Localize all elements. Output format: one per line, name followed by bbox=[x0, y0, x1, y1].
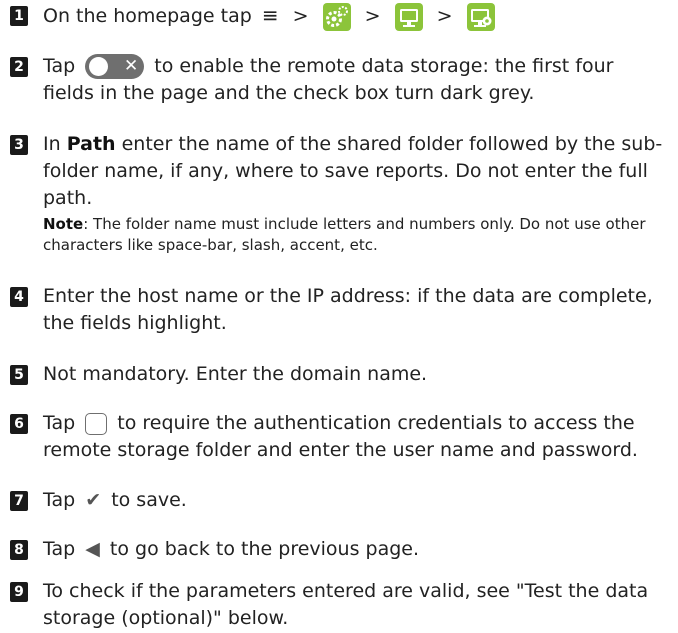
step-5: 5 Not mandatory. Enter the domain name. bbox=[10, 361, 670, 388]
step-number: 1 bbox=[10, 6, 28, 26]
step-text: Tap bbox=[43, 538, 76, 560]
step-number: 2 bbox=[10, 57, 28, 77]
step-text: Enter the host name or the IP address: i… bbox=[43, 285, 653, 334]
settings-gear-icon bbox=[322, 2, 351, 31]
step-number: 9 bbox=[10, 582, 28, 602]
step-text: to require the authentication credential… bbox=[43, 412, 638, 461]
step-text: to save. bbox=[111, 489, 187, 511]
step-number: 7 bbox=[10, 491, 28, 511]
checkbox-icon bbox=[85, 412, 108, 435]
step-text: In bbox=[43, 133, 61, 155]
step-text: Tap bbox=[43, 55, 76, 77]
note: Note: The folder name must include lette… bbox=[43, 214, 670, 256]
step-number: 4 bbox=[10, 287, 28, 307]
menu-icon: ≡ bbox=[261, 3, 279, 27]
monitor-storage-icon bbox=[394, 2, 423, 31]
separator: > bbox=[436, 5, 453, 27]
toggle-knob bbox=[89, 57, 109, 76]
step-3: 3 In Path enter the name of the shared f… bbox=[10, 131, 670, 256]
note-text: : The folder name must include letters a… bbox=[43, 215, 646, 254]
step-2: 2 Tap ✕ to enable the remote data storag… bbox=[10, 53, 670, 107]
note-label: Note bbox=[43, 215, 84, 233]
check-icon: ✔ bbox=[85, 489, 102, 511]
monitor-gear-icon bbox=[466, 2, 495, 31]
step-8: 8 Tap ◀ to go back to the previous page. bbox=[10, 536, 670, 563]
step-text: to go back to the previous page. bbox=[109, 538, 420, 560]
step-number: 8 bbox=[10, 540, 28, 560]
toggle-switch-icon: ✕ bbox=[85, 54, 145, 79]
step-text: Tap bbox=[43, 412, 76, 434]
step-6: 6 Tap to require the authentication cred… bbox=[10, 410, 670, 464]
step-text: enter the name of the shared folder foll… bbox=[43, 133, 663, 209]
separator: > bbox=[364, 5, 381, 27]
close-icon: ✕ bbox=[123, 56, 139, 76]
step-number: 6 bbox=[10, 414, 28, 434]
step-7: 7 Tap ✔ to save. bbox=[10, 487, 670, 514]
field-name: Path bbox=[66, 133, 116, 155]
step-text: Tap bbox=[43, 489, 76, 511]
back-arrow-icon: ◀ bbox=[85, 538, 100, 560]
step-text: On the homepage tap bbox=[43, 5, 252, 27]
step-4: 4 Enter the host name or the IP address:… bbox=[10, 283, 670, 337]
step-number: 3 bbox=[10, 135, 28, 155]
step-number: 5 bbox=[10, 365, 28, 385]
step-text: Not mandatory. Enter the domain name. bbox=[43, 363, 428, 385]
separator: > bbox=[292, 5, 309, 27]
step-text: To check if the parameters entered are v… bbox=[43, 580, 649, 629]
step-1: 1 On the homepage tap ≡ > > > bbox=[10, 2, 670, 31]
step-9: 9 To check if the parameters entered are… bbox=[10, 578, 670, 632]
